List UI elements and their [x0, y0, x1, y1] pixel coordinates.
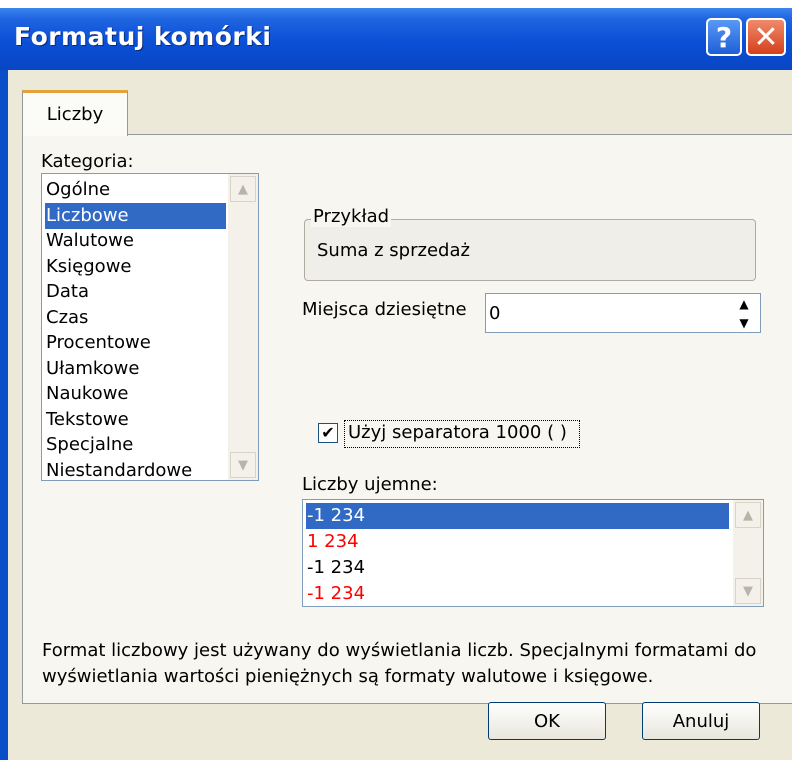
decimals-value: 0 — [489, 303, 501, 324]
category-item[interactable]: Liczbowe — [45, 202, 226, 229]
tab-label: Liczby — [46, 104, 104, 125]
category-item[interactable]: Walutowe — [45, 228, 226, 254]
scroll-down-icon[interactable]: ▼ — [230, 452, 256, 478]
ok-button[interactable]: OK — [488, 702, 606, 740]
sample-group: Przykład Suma z sprzedaż — [304, 206, 756, 281]
sample-legend: Przykład — [311, 206, 392, 227]
scroll-up-icon[interactable]: ▲ — [735, 502, 761, 528]
format-cells-dialog: Formatuj komórki ? ✕ Liczby Kategoria: O… — [0, 8, 792, 760]
check-icon: ✔ — [321, 423, 335, 442]
category-item[interactable]: Data — [45, 279, 226, 305]
category-item[interactable]: Procentowe — [45, 330, 226, 356]
close-icon: ✕ — [753, 19, 779, 55]
dialog-title: Formatuj komórki — [14, 22, 272, 51]
category-item[interactable]: Ułamkowe — [45, 356, 226, 382]
spin-up-icon[interactable]: ▲ — [728, 294, 760, 313]
format-description: Format liczbowy jest używany do wyświetl… — [42, 640, 757, 687]
negatives-label: Liczby ujemne: — [302, 474, 438, 495]
negatives-list[interactable]: -1 234 1 234 -1 234 -1 234 ▲ ▼ — [302, 499, 764, 607]
tab-panel: Kategoria: Ogólne Liczbowe Walutowe Księgow… — [22, 134, 792, 704]
sample-value: Suma z sprzedaż — [317, 240, 470, 261]
decimals-label: Miejsca dziesiętne — [302, 299, 467, 320]
negative-format-item[interactable]: -1 234 — [306, 503, 729, 529]
help-icon: ? — [715, 20, 733, 54]
title-bar[interactable]: Formatuj komórki ? ✕ — [0, 8, 792, 70]
category-list[interactable]: Ogólne Liczbowe Walutowe Księgowe Data Czas Pr… — [41, 173, 259, 481]
negative-format-item[interactable]: 1 234 — [306, 529, 729, 555]
scroll-up-icon[interactable]: ▲ — [230, 176, 256, 202]
dialog-body: Liczby Kategoria: Ogólne Liczbowe Walutowe… — [8, 70, 792, 760]
scroll-down-icon[interactable]: ▼ — [735, 578, 761, 604]
top-edge — [0, 0, 792, 8]
close-button[interactable]: ✕ — [746, 18, 786, 56]
cancel-label: Anuluj — [672, 710, 730, 732]
separator-checkbox[interactable]: ✔ — [318, 423, 338, 443]
spin-down-icon[interactable]: ▼ — [728, 313, 760, 332]
negative-format-item[interactable]: -1 234 — [306, 581, 729, 606]
ok-label: OK — [534, 710, 560, 732]
decimals-field[interactable]: 0 ▲ ▼ — [485, 293, 761, 333]
decimals-spinner[interactable]: ▲ ▼ — [728, 294, 760, 332]
help-button[interactable]: ? — [706, 18, 742, 56]
category-label: Kategoria: — [41, 151, 134, 172]
category-item[interactable]: Czas — [45, 305, 226, 331]
category-item[interactable]: Niestandardowe — [45, 458, 226, 481]
category-item[interactable]: Księgowe — [45, 254, 226, 280]
tab-liczby[interactable]: Liczby — [22, 90, 128, 136]
category-item[interactable]: Tekstowe — [45, 407, 226, 433]
category-scrollbar[interactable]: ▲ ▼ — [228, 174, 258, 480]
category-item[interactable]: Specjalne — [45, 432, 226, 458]
category-item[interactable]: Naukowe — [45, 381, 226, 407]
negative-format-item[interactable]: -1 234 — [306, 555, 729, 581]
separator-label[interactable]: Użyj separatora 1000 ( ) — [348, 422, 567, 443]
category-item[interactable]: Ogólne — [45, 177, 226, 203]
cancel-button[interactable]: Anuluj — [642, 702, 760, 740]
negatives-scrollbar[interactable]: ▲ ▼ — [733, 500, 763, 606]
